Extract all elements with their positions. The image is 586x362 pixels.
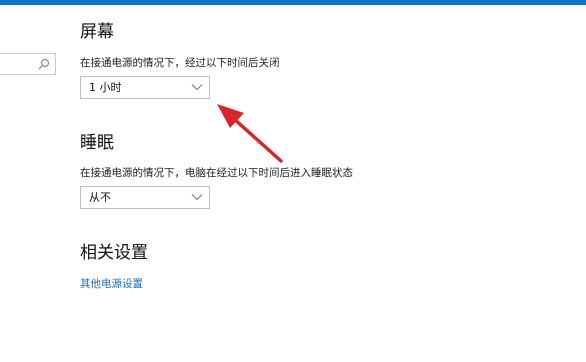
chevron-down-icon (191, 84, 203, 91)
screen-section-title: 屏幕 (80, 22, 114, 42)
annotation-arrow-icon (217, 104, 283, 163)
sleep-section-title: 睡眠 (80, 133, 114, 153)
sleep-description: 在接通电源的情况下，电脑在经过以下时间后进入睡眠状态 (80, 167, 353, 179)
title-bar-accent (0, 0, 586, 5)
sleep-timeout-value: 从不 (89, 191, 111, 204)
additional-power-settings-link[interactable]: 其他电源设置 (80, 277, 143, 291)
search-input[interactable] (0, 53, 56, 75)
screen-timeout-value: 1 小时 (89, 81, 122, 94)
search-icon (38, 59, 49, 70)
screen-description: 在接通电源的情况下，经过以下时间后关闭 (80, 57, 280, 69)
screen-timeout-dropdown[interactable]: 1 小时 (80, 76, 210, 99)
related-settings-title: 相关设置 (80, 243, 148, 263)
sleep-timeout-dropdown[interactable]: 从不 (80, 186, 210, 209)
chevron-down-icon (191, 194, 203, 201)
power-sleep-settings-page: 屏幕 在接通电源的情况下，经过以下时间后关闭 1 小时 睡眠 在接通电源的情况下… (0, 0, 586, 362)
